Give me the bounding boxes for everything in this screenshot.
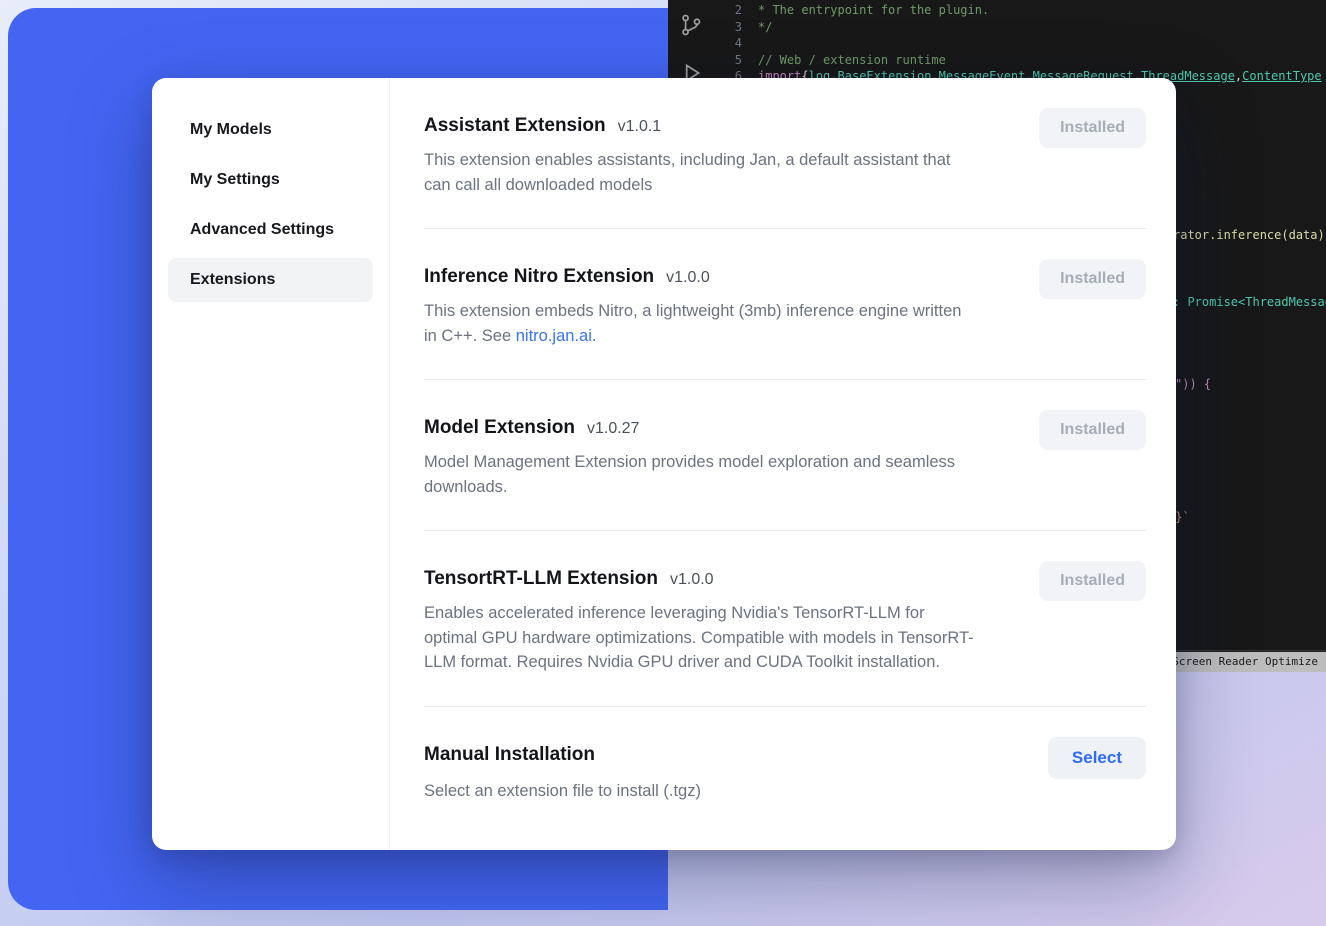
extension-name: Assistant Extension [424, 114, 606, 138]
extension-description: Model Management Extension provides mode… [424, 450, 974, 499]
code-comment: */ [758, 20, 772, 34]
source-control-icon[interactable] [678, 12, 704, 38]
code-identifier: ContentType [1242, 69, 1321, 83]
sidebar-item-advanced-settings[interactable]: Advanced Settings [168, 208, 373, 252]
manual-installation-title: Manual Installation [424, 743, 595, 767]
extension-row-model: Model Extension v1.0.27 Model Management… [424, 416, 1146, 499]
installed-button[interactable]: Installed [1039, 410, 1146, 450]
divider [424, 530, 1146, 531]
divider [424, 379, 1146, 380]
line-number: 4 [714, 36, 742, 50]
extension-version: v1.0.0 [670, 571, 714, 589]
description-text: This extension embeds Nitro, a lightweig… [424, 302, 961, 345]
extension-version: v1.0.1 [618, 118, 662, 136]
code-line: 4 [714, 35, 1326, 52]
extension-description: Enables accelerated inference leveraging… [424, 601, 974, 675]
select-file-button[interactable]: Select [1048, 737, 1146, 779]
code-line: 3 */ [714, 19, 1326, 36]
extension-name: TensortRT-LLM Extension [424, 567, 658, 591]
screen-reader-optimized-badge[interactable]: Screen Reader Optimize [1164, 652, 1326, 672]
extension-name: Model Extension [424, 416, 575, 440]
line-number: 3 [714, 20, 742, 34]
manual-installation-description: Select an extension file to install (.tg… [424, 779, 701, 804]
line-number: 2 [714, 3, 742, 17]
extension-name: Inference Nitro Extension [424, 265, 654, 289]
sidebar-item-extensions[interactable]: Extensions [168, 258, 373, 302]
code-fragment: ")) { [1175, 377, 1211, 391]
code-fragment: rator.inference(data)); [1173, 228, 1326, 242]
extension-description: This extension embeds Nitro, a lightweig… [424, 299, 974, 348]
divider [424, 228, 1146, 229]
settings-modal: My Models My Settings Advanced Settings … [152, 78, 1176, 850]
installed-button[interactable]: Installed [1039, 259, 1146, 299]
desktop: 2 * The entrypoint for the plugin. 3 */ … [0, 0, 1326, 926]
line-number: 5 [714, 53, 742, 67]
code-separator: , [1235, 69, 1242, 83]
divider [424, 706, 1146, 707]
code-fragment: : Promise<ThreadMessage> [1173, 295, 1326, 309]
manual-installation-row: Manual Installation Select an extension … [424, 743, 1146, 804]
extension-version: v1.0.0 [666, 269, 710, 287]
code-line: 2 * The entrypoint for the plugin. [714, 2, 1326, 19]
extension-description: This extension enables assistants, inclu… [424, 148, 974, 197]
extension-row-inference-nitro: Inference Nitro Extension v1.0.0 This ex… [424, 265, 1146, 348]
sidebar-item-my-settings[interactable]: My Settings [168, 158, 373, 202]
extension-row-tensorrt-llm: TensortRT-LLM Extension v1.0.0 Enables a… [424, 567, 1146, 675]
extensions-panel: Assistant Extension v1.0.1 This extensio… [390, 78, 1176, 850]
sidebar-item-my-models[interactable]: My Models [168, 108, 373, 152]
settings-sidebar: My Models My Settings Advanced Settings … [152, 78, 390, 850]
code-comment: * The entrypoint for the plugin. [758, 3, 989, 17]
installed-button[interactable]: Installed [1039, 561, 1146, 601]
extension-version: v1.0.27 [587, 420, 639, 438]
installed-button[interactable]: Installed [1039, 108, 1146, 148]
code-comment: // Web / extension runtime [758, 53, 946, 67]
extension-row-assistant: Assistant Extension v1.0.1 This extensio… [424, 114, 1146, 197]
code-area: 2 * The entrypoint for the plugin. 3 */ … [714, 2, 1326, 85]
nitro-jan-ai-link[interactable]: nitro.jan.ai. [516, 327, 597, 345]
code-line: 5 // Web / extension runtime [714, 52, 1326, 69]
